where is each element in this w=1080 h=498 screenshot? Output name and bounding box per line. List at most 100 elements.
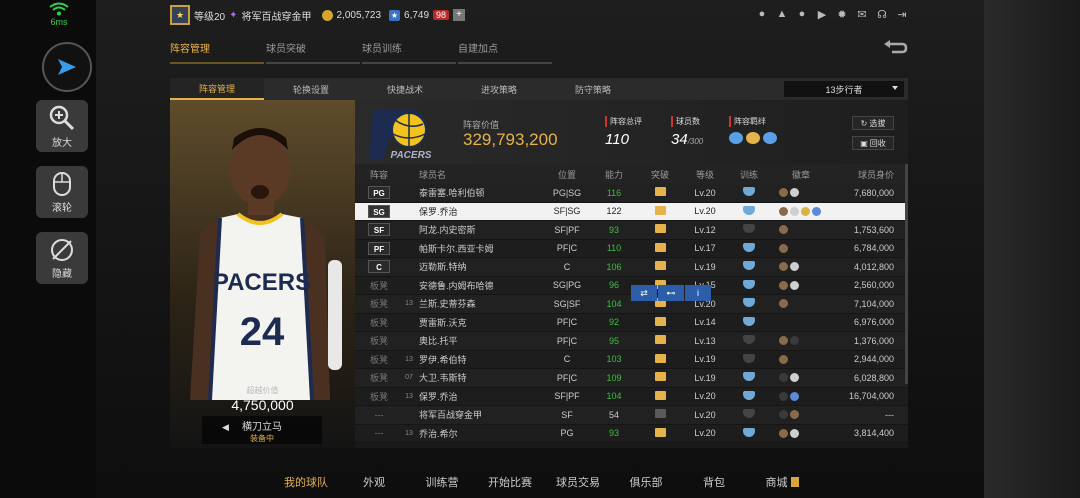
nav-player-trade[interactable]: 球员交易 bbox=[544, 466, 612, 498]
row-rating: 110 bbox=[606, 243, 622, 254]
mail-icon[interactable]: ✉ bbox=[856, 8, 868, 21]
team-summary: PACERS 阵容价值 329,793,200 阵容总评 110 球员数 34/… bbox=[355, 100, 908, 164]
row-position: PF|C bbox=[556, 317, 578, 328]
pick-button[interactable]: ↻ 选拔 bbox=[852, 116, 894, 130]
subtab-rotation[interactable]: 轮换设置 bbox=[264, 78, 358, 100]
table-row[interactable]: 板凳 奥比.托平 PF|C 95 Lv.13 1,376,000 bbox=[355, 332, 908, 351]
nav-start-game[interactable]: 开始比赛 bbox=[476, 466, 544, 498]
roster-scrollbar[interactable] bbox=[905, 164, 908, 384]
row-player-name: 贾雷斯.沃克 bbox=[419, 317, 467, 328]
badge-icon bbox=[779, 280, 788, 290]
row-badges bbox=[771, 336, 831, 346]
wifi-icon bbox=[49, 2, 69, 16]
row-level: Lv.19 bbox=[694, 354, 716, 365]
badge-icon bbox=[779, 428, 788, 438]
subtab-defense[interactable]: 防守策略 bbox=[546, 78, 640, 100]
friends-icon[interactable]: ● bbox=[796, 8, 808, 20]
row-rating: 116 bbox=[606, 187, 622, 198]
team-select[interactable]: 13步行者 bbox=[784, 81, 904, 97]
table-row[interactable]: --- 13 乔治.希尔 PG 93 Lv.20 3,814,400 bbox=[355, 424, 908, 443]
badge-icon bbox=[779, 336, 788, 346]
table-row[interactable]: SG 保罗.乔治 SF|SG 122 Lv.20 bbox=[355, 202, 908, 221]
recycle-button[interactable]: ▣ 回收 bbox=[852, 136, 894, 150]
subtab-lineup[interactable]: 阵容管理 bbox=[170, 78, 264, 100]
col-training: 训练 bbox=[739, 169, 758, 180]
nav-backpack[interactable]: 背包 bbox=[680, 466, 748, 498]
settings-icon[interactable]: ✹ bbox=[836, 8, 848, 21]
tab-custom-points[interactable]: 自建加点 bbox=[458, 40, 552, 64]
wheel-tool-button[interactable]: 滚轮 bbox=[36, 166, 88, 218]
tab-lineup-management[interactable]: 阵容管理 bbox=[170, 40, 264, 64]
nav-my-team[interactable]: 我的球队 bbox=[272, 466, 340, 498]
back-arrow-icon bbox=[884, 40, 908, 54]
row-number: 07 bbox=[405, 374, 413, 382]
user-level: 等级20 bbox=[194, 11, 226, 23]
nav-club[interactable]: 俱乐部 bbox=[612, 466, 680, 498]
nav-appearance[interactable]: 外观 bbox=[340, 466, 408, 498]
breakthrough-icon bbox=[654, 353, 666, 363]
prev-arrow-icon[interactable]: ◀ bbox=[222, 422, 229, 433]
skill-selector[interactable]: ◀ 横刀立马 装备中 bbox=[202, 416, 322, 444]
bottom-nav: 我的球队 外观 训练营 开始比赛 球员交易 俱乐部 背包 商城 bbox=[96, 466, 984, 498]
training-icon bbox=[743, 427, 755, 437]
row-position: PF|C bbox=[556, 335, 578, 346]
table-row[interactable]: 板凳 07 大卫.韦斯特 PF|C 109 Lv.19 6,028,800 bbox=[355, 369, 908, 388]
table-row[interactable]: --- 将军百战穿金甲 SF 54 Lv.20 --- bbox=[355, 406, 908, 425]
row-rating: 106 bbox=[606, 261, 622, 272]
tab-player-breakthrough[interactable]: 球员突破 bbox=[266, 40, 360, 64]
breakthrough-icon bbox=[654, 187, 666, 197]
video-icon[interactable]: ▶ bbox=[816, 8, 828, 21]
badge-icon bbox=[779, 373, 788, 383]
back-button[interactable] bbox=[882, 40, 910, 56]
nav-training-camp[interactable]: 训练营 bbox=[408, 466, 476, 498]
row-level: Lv.17 bbox=[694, 243, 716, 254]
tab-player-training[interactable]: 球员训练 bbox=[362, 40, 456, 64]
badge-icon bbox=[790, 336, 799, 346]
profile-icon[interactable]: ● bbox=[756, 8, 768, 20]
zoom-tool-button[interactable]: 放大 bbox=[36, 100, 88, 152]
table-row[interactable]: PF 帕斯卡尔.西亚卡姆 PF|C 110 Lv.17 6,784,000 bbox=[355, 239, 908, 258]
breakthrough-icon bbox=[654, 372, 666, 382]
breakthrough-icon bbox=[654, 205, 666, 215]
row-slot: C bbox=[368, 260, 390, 274]
subtab-quick-tactics[interactable]: 快捷战术 bbox=[358, 78, 452, 100]
chemistry-stat[interactable]: 阵容羁绊 bbox=[729, 116, 777, 144]
info-button[interactable]: i bbox=[685, 285, 711, 301]
training-icon bbox=[743, 279, 755, 289]
row-rating: 104 bbox=[606, 391, 622, 402]
exit-icon[interactable]: ⇥ bbox=[896, 8, 908, 21]
add-currency-button[interactable]: + bbox=[453, 9, 466, 21]
recycle-button-label: 回收 bbox=[869, 138, 886, 148]
table-row[interactable]: SF 阿龙.内史密斯 SF|PF 93 Lv.12 1,753,600 bbox=[355, 221, 908, 240]
row-slot: 板凳 bbox=[369, 336, 388, 347]
row-rating: 93 bbox=[608, 428, 619, 439]
player-card[interactable]: PACERS 24 超越价值 4,750,000 ◀ 横刀立马 装备中 bbox=[170, 100, 355, 448]
hide-icon bbox=[51, 238, 73, 261]
table-row[interactable]: 板凳 贾雷斯.沃克 PF|C 92 Lv.14 6,976,000 bbox=[355, 313, 908, 332]
send-icon bbox=[58, 59, 76, 75]
player-count-max: /300 bbox=[687, 137, 704, 146]
send-button[interactable] bbox=[42, 42, 92, 92]
nav-store[interactable]: 商城 bbox=[748, 466, 816, 498]
table-row[interactable]: C 迈勒斯.特纳 C 106 Lv.19 4,012,800 bbox=[355, 258, 908, 277]
swap-button[interactable]: ⇄ bbox=[631, 285, 657, 301]
table-row[interactable]: PG 泰雷塞.哈利伯顿 PG|SG 116 Lv.20 7,680,000 bbox=[355, 184, 908, 203]
breakthrough-icon bbox=[654, 427, 666, 437]
skill-state: 装备中 bbox=[250, 434, 274, 443]
hide-tool-button[interactable]: 隐藏 bbox=[36, 232, 88, 284]
wheel-tool-label: 滚轮 bbox=[52, 202, 72, 214]
table-row[interactable]: 板凳 13 罗伊.希伯特 C 103 Lv.19 2,944,000 bbox=[355, 350, 908, 369]
train-button[interactable]: ⊷ bbox=[658, 285, 684, 301]
training-icon bbox=[743, 390, 755, 400]
row-player-name: 安德鲁.内姆布哈德 bbox=[419, 280, 494, 291]
row-slot: 板凳 bbox=[369, 280, 388, 291]
table-row[interactable]: 板凳 13 保罗.乔治 SF|PF 104 Lv.20 16,704,000 bbox=[355, 387, 908, 406]
row-position: PF|C bbox=[556, 243, 578, 254]
subtab-offense[interactable]: 进攻策略 bbox=[452, 78, 546, 100]
support-icon[interactable]: ☊ bbox=[876, 8, 888, 21]
coin-icon bbox=[321, 9, 333, 21]
avatar[interactable]: ★ bbox=[170, 5, 190, 25]
bell-icon[interactable]: ▲ bbox=[776, 8, 788, 20]
row-value: 16,704,000 bbox=[848, 391, 894, 402]
player-portrait: PACERS 24 bbox=[190, 128, 342, 400]
